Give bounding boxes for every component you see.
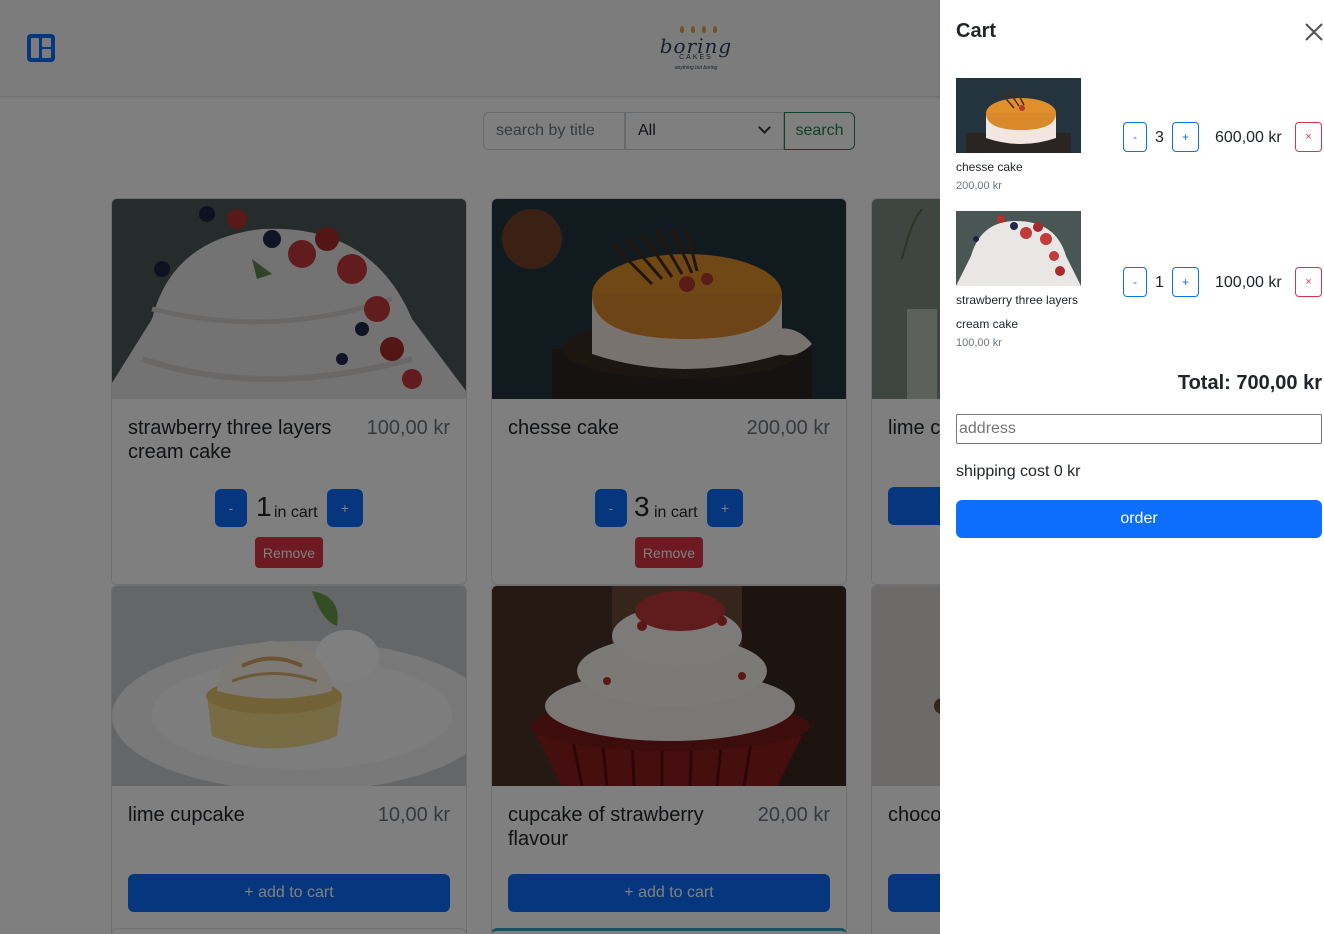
cart-item-unit-price: 100,00 kr [956, 337, 1002, 349]
shipping-cost: shipping cost 0 kr [956, 463, 1081, 480]
address-input[interactable] [956, 414, 1322, 444]
remove-item-button[interactable]: × [1295, 122, 1322, 152]
cart-item-name: chesse cake [956, 160, 1023, 174]
cart-item-total: 600,00 kr [1215, 129, 1282, 146]
cart-item-image [956, 211, 1081, 286]
cart-item-image [956, 78, 1081, 153]
cart-item: strawberry three layers cream cake 100,0… [956, 211, 1322, 356]
offcanvas-backdrop[interactable] [0, 0, 940, 934]
cart-item-name: strawberry three layers cream cake [956, 293, 1079, 331]
cart-title: Cart [956, 20, 997, 42]
decrease-quantity-button[interactable]: - [1123, 122, 1147, 152]
increase-quantity-button[interactable]: + [1172, 122, 1199, 152]
decrease-quantity-button[interactable]: - [1123, 267, 1147, 297]
cart-item-quantity: 3 [1155, 129, 1164, 146]
cart-total: Total: 700,00 kr [1177, 372, 1322, 394]
close-icon[interactable] [1302, 20, 1324, 44]
remove-item-button[interactable]: × [1295, 267, 1322, 297]
cart-item-quantity: 1 [1155, 274, 1164, 291]
cart-item: chesse cake 200,00 kr - 3 + 600,00 kr × [956, 78, 1322, 198]
cart-item-unit-price: 200,00 kr [956, 180, 1002, 192]
cart-item-total: 100,00 kr [1215, 274, 1282, 291]
increase-quantity-button[interactable]: + [1172, 267, 1199, 297]
order-button[interactable]: order [956, 500, 1322, 538]
